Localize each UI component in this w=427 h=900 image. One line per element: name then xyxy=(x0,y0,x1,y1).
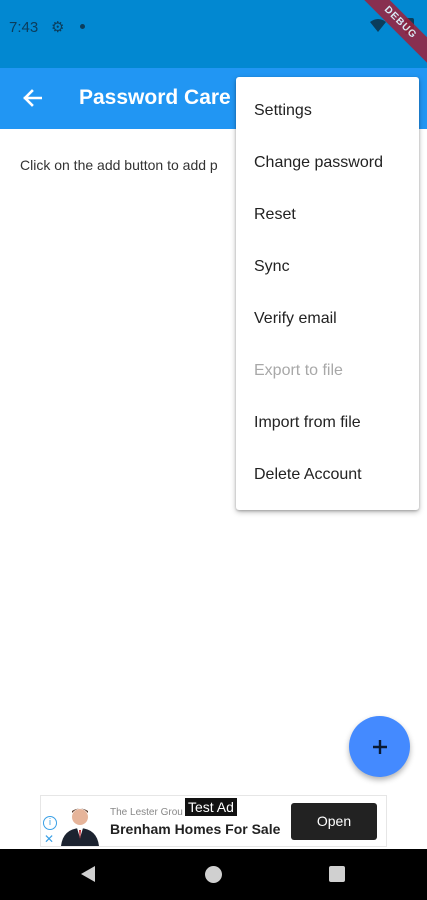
ad-headline[interactable]: Brenham Homes For Sale xyxy=(110,821,280,837)
ad-banner[interactable]: i ✕ The Lester Grou Test Ad Brenham Home… xyxy=(40,795,387,847)
menu-item-import-from-file[interactable]: Import from file xyxy=(236,397,419,449)
menu-item-reset[interactable]: Reset xyxy=(236,189,419,241)
system-nav-bar xyxy=(0,849,427,900)
page-title: Password Care xyxy=(79,86,231,109)
menu-item-verify-email[interactable]: Verify email xyxy=(236,293,419,345)
empty-state-message: Click on the add button to add p xyxy=(20,157,218,173)
close-icon[interactable]: ✕ xyxy=(44,832,54,846)
menu-item-settings[interactable]: Settings xyxy=(236,85,419,137)
ad-avatar xyxy=(57,802,103,846)
add-button[interactable] xyxy=(349,716,410,777)
square-recents-icon[interactable] xyxy=(329,866,345,882)
arrow-left-icon xyxy=(23,89,42,107)
status-bar: 7:43 ⚙ xyxy=(0,0,427,68)
ad-open-button[interactable]: Open xyxy=(291,803,377,840)
ad-advertiser: The Lester Grou xyxy=(110,807,183,818)
triangle-back-icon[interactable] xyxy=(80,865,96,888)
menu-item-change-password[interactable]: Change password xyxy=(236,137,419,189)
notification-dot-icon xyxy=(80,24,85,29)
status-time: 7:43 xyxy=(9,19,39,36)
menu-item-sync[interactable]: Sync xyxy=(236,241,419,293)
menu-item-export-to-file: Export to file xyxy=(254,362,343,379)
wifi-icon xyxy=(370,19,386,36)
gear-icon: ⚙ xyxy=(51,19,65,36)
circle-home-icon[interactable] xyxy=(205,866,222,883)
info-icon[interactable]: i xyxy=(43,816,57,830)
overflow-menu: Settings Change password Reset Sync Veri… xyxy=(236,77,419,510)
plus-icon xyxy=(372,739,387,754)
menu-item-delete-account[interactable]: Delete Account xyxy=(236,449,419,501)
back-button[interactable] xyxy=(14,80,50,116)
test-ad-label: Test Ad xyxy=(185,798,237,816)
